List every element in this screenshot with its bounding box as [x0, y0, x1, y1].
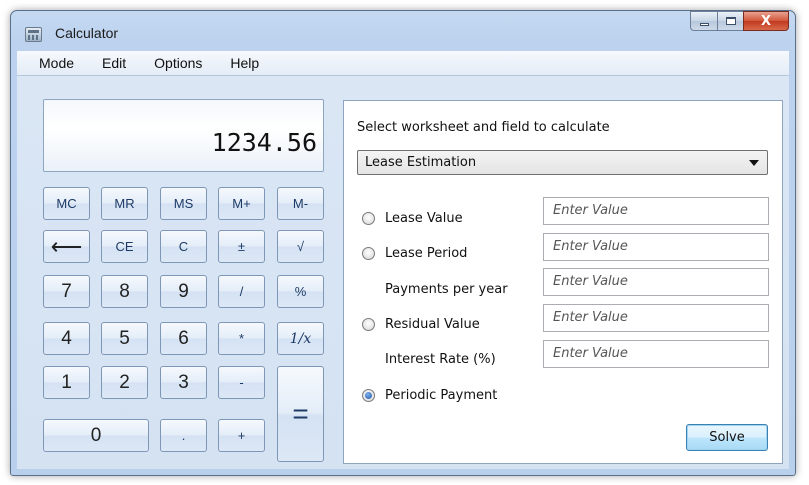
digit-6-button[interactable]: 6: [160, 322, 207, 355]
radio-periodic-payment[interactable]: [362, 389, 375, 402]
maximize-icon: [725, 17, 736, 25]
lease-period-input[interactable]: Enter Value: [543, 233, 769, 261]
digit-2-button[interactable]: 2: [101, 366, 148, 399]
lease-period-placeholder: Enter Value: [553, 239, 628, 254]
caption-buttons: X: [690, 11, 789, 32]
label-lease-period: Lease Period: [385, 246, 468, 261]
interest-rate-placeholder: Enter Value: [553, 346, 628, 361]
equals-button[interactable]: =: [277, 366, 324, 462]
minimize-icon: [699, 23, 709, 26]
mr-button[interactable]: MR: [101, 187, 148, 220]
residual-value-input[interactable]: Enter Value: [543, 304, 769, 332]
mc-button[interactable]: MC: [43, 187, 90, 220]
worksheet-select[interactable]: Lease Estimation: [357, 150, 768, 175]
decimal-button[interactable]: .: [160, 419, 207, 452]
c-button[interactable]: C: [160, 230, 207, 263]
label-payments-per-year: Payments per year: [385, 282, 508, 297]
solve-button[interactable]: Solve: [686, 424, 768, 451]
menu-help[interactable]: Help: [230, 55, 269, 71]
menu-bar: Mode Edit Options Help: [17, 51, 789, 76]
backspace-icon: ⟵: [50, 233, 83, 259]
label-lease-value: Lease Value: [385, 211, 463, 226]
digit-1-button[interactable]: 1: [43, 366, 90, 399]
calculator-body: 1234.56 MC MR MS M+ M- ⟵ CE C ± √ 7 8 9 …: [17, 76, 789, 469]
calculator-window: Calculator X Mode Edit Options Help 1234…: [10, 10, 796, 476]
ce-button[interactable]: CE: [101, 230, 148, 263]
reciprocal-button[interactable]: 1/x: [277, 322, 324, 355]
divide-button[interactable]: /: [218, 275, 265, 308]
minimize-button[interactable]: [690, 11, 717, 31]
sqrt-button[interactable]: √: [277, 230, 324, 263]
digit-4-button[interactable]: 4: [43, 322, 90, 355]
digit-5-button[interactable]: 5: [101, 322, 148, 355]
digit-3-button[interactable]: 3: [160, 366, 207, 399]
digit-7-button[interactable]: 7: [43, 275, 90, 308]
plus-minus-button[interactable]: ±: [218, 230, 265, 263]
backspace-button[interactable]: ⟵: [43, 230, 90, 263]
digit-9-button[interactable]: 9: [160, 275, 207, 308]
worksheet-prompt: Select worksheet and field to calculate: [357, 120, 610, 135]
menu-mode[interactable]: Mode: [39, 55, 84, 71]
dropdown-arrow-icon: [749, 160, 759, 166]
menu-edit[interactable]: Edit: [102, 55, 136, 71]
lease-value-input[interactable]: Enter Value: [543, 197, 769, 225]
worksheet-panel: Select worksheet and field to calculate …: [343, 100, 783, 464]
close-button[interactable]: X: [743, 11, 789, 31]
radio-lease-period[interactable]: [362, 247, 375, 260]
close-icon: X: [760, 13, 772, 29]
menu-options[interactable]: Options: [154, 55, 212, 71]
display-value: 1234.56: [211, 128, 317, 157]
radio-lease-value[interactable]: [362, 212, 375, 225]
digit-0-button[interactable]: 0: [43, 419, 149, 452]
m-plus-button[interactable]: M+: [218, 187, 265, 220]
maximize-button[interactable]: [717, 11, 743, 31]
payments-per-year-input[interactable]: Enter Value: [543, 268, 769, 296]
window-title: Calculator: [55, 25, 119, 41]
residual-value-placeholder: Enter Value: [553, 310, 628, 325]
calculator-display: 1234.56: [43, 99, 324, 172]
percent-button[interactable]: %: [277, 275, 324, 308]
multiply-button[interactable]: *: [218, 322, 265, 355]
m-minus-button[interactable]: M-: [277, 187, 324, 220]
interest-rate-input[interactable]: Enter Value: [543, 340, 769, 368]
lease-value-placeholder: Enter Value: [553, 203, 628, 218]
label-interest-rate: Interest Rate (%): [385, 352, 496, 367]
add-button[interactable]: +: [218, 419, 265, 452]
payments-per-year-placeholder: Enter Value: [553, 274, 628, 289]
digit-8-button[interactable]: 8: [101, 275, 148, 308]
radio-residual-value[interactable]: [362, 318, 375, 331]
subtract-button[interactable]: -: [218, 366, 265, 399]
calculator-icon: [25, 27, 42, 42]
ms-button[interactable]: MS: [160, 187, 207, 220]
title-bar[interactable]: Calculator X: [11, 11, 795, 51]
label-residual-value: Residual Value: [385, 317, 480, 332]
worksheet-selected-value: Lease Estimation: [365, 155, 477, 170]
label-periodic-payment: Periodic Payment: [385, 388, 498, 403]
